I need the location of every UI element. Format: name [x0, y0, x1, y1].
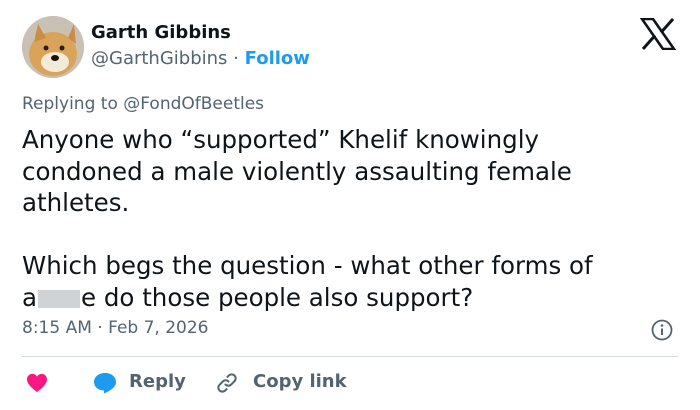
x-logo-icon[interactable] — [640, 18, 676, 50]
timestamp[interactable]: 8:15 AM · Feb 7, 2026 — [22, 318, 209, 338]
doge-avatar-image — [22, 16, 84, 78]
tweet-date: Feb 7, 2026 — [108, 318, 209, 338]
avatar[interactable] — [22, 16, 84, 78]
replying-to-line: Replying to @FondOfBeetles — [22, 94, 264, 114]
timestamp-separator: · — [97, 318, 103, 338]
tweet-text-fragment: e do those people also support? — [81, 282, 474, 312]
replying-to-mention[interactable]: @FondOfBeetles — [123, 94, 264, 114]
tweet-text: Anyone who “supported” Khelif knowingly … — [22, 124, 672, 314]
follow-button[interactable]: Follow — [245, 48, 310, 69]
tweet-text-line: a e do those people also support? — [22, 282, 672, 314]
reply-bubble-icon[interactable] — [93, 372, 117, 394]
tweet-time: 8:15 AM — [22, 318, 92, 338]
tweet-text-line: condoned a male violently assaulting fem… — [22, 156, 572, 186]
reply-button[interactable]: Reply — [129, 371, 186, 392]
tweet-text-line: athletes. — [22, 188, 130, 218]
censor-bar — [38, 289, 81, 308]
author-handle-row: @GarthGibbins · Follow — [91, 48, 310, 69]
info-icon[interactable] — [651, 319, 673, 341]
handle-separator: · — [233, 48, 239, 69]
heart-icon[interactable] — [26, 373, 48, 393]
tweet-text-fragment: a — [22, 282, 38, 312]
link-icon[interactable] — [215, 371, 239, 395]
author-handle[interactable]: @GarthGibbins — [91, 48, 227, 69]
author-name[interactable]: Garth Gibbins — [91, 22, 231, 43]
tweet-text-line: Anyone who “supported” Khelif knowingly — [22, 125, 540, 154]
copy-link-button[interactable]: Copy link — [253, 371, 347, 392]
replying-to-label: Replying to — [22, 94, 118, 114]
divider — [22, 356, 678, 357]
tweet-text-line: Which begs the question - what other for… — [22, 251, 593, 281]
